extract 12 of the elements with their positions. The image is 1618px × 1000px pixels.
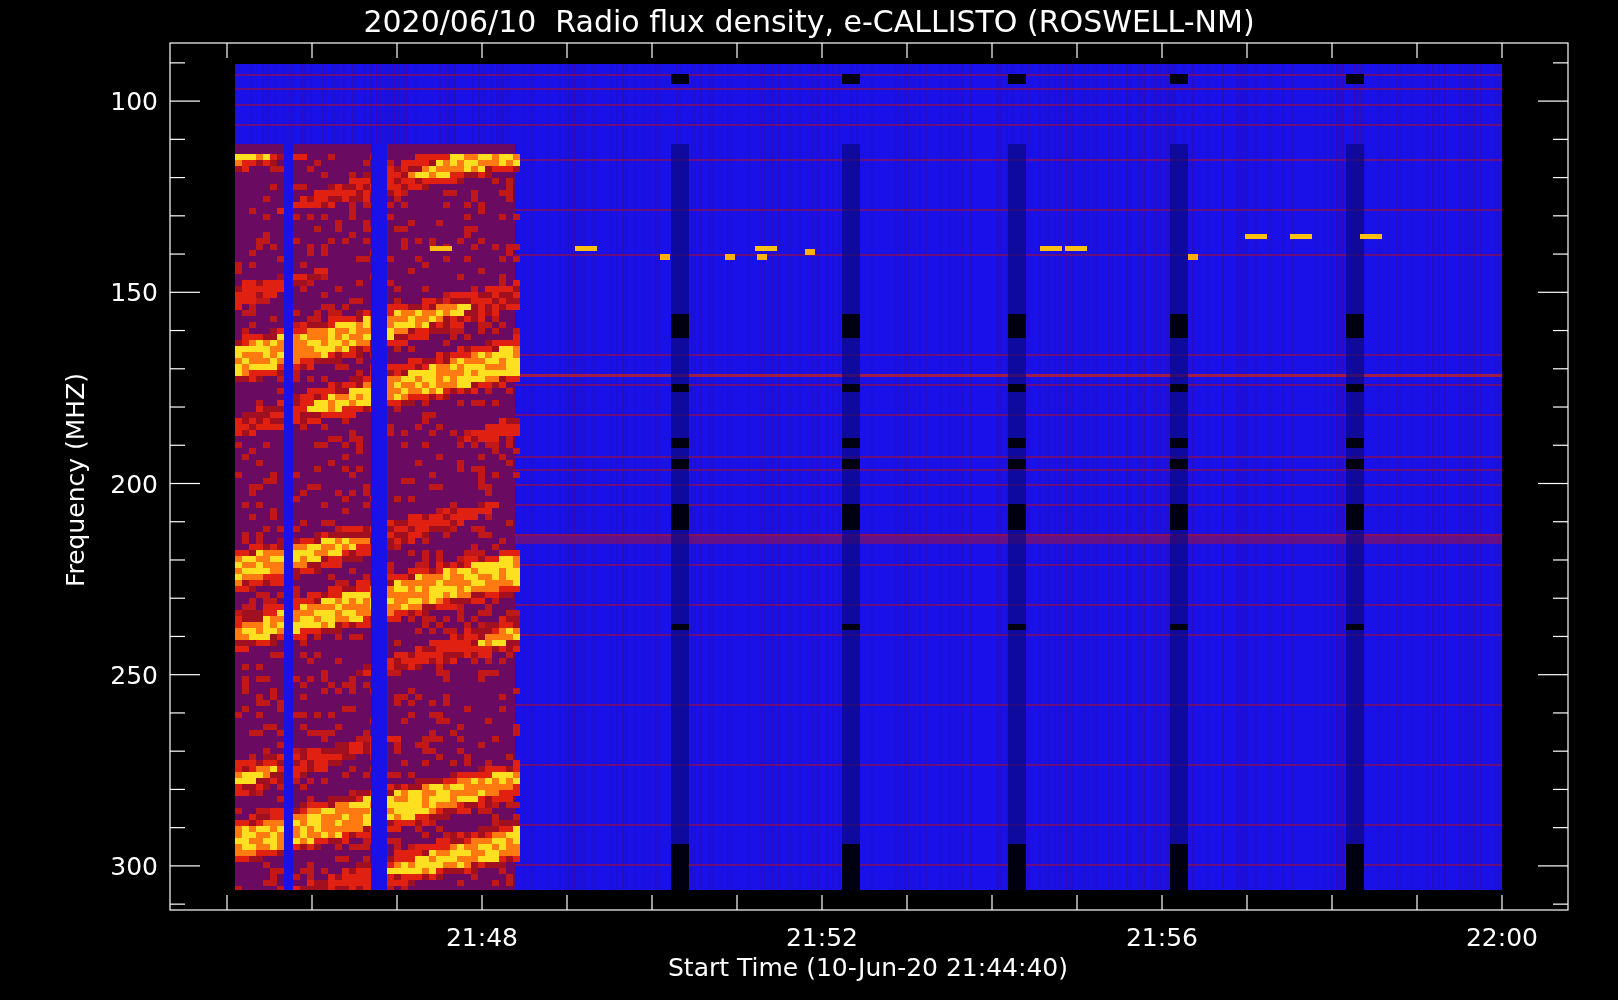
x-tick-label: 21:56 [1126,923,1198,952]
y-tick-label: 150 [110,278,158,308]
x-tick-label: 21:52 [786,923,858,952]
x-tick-label: 21:48 [446,923,518,952]
y-tick-label: 100 [110,87,158,117]
x-axis-title: Start Time (10-Jun-20 21:44:40) [668,953,1068,982]
y-tick-label: 250 [110,660,158,690]
chart-title: 2020/06/10 Radio flux density, e-CALLISTO (ROSWELL-NM) [363,4,1255,39]
y-tick-label: 300 [110,851,158,881]
y-axis-title: Frequency (MHZ) [61,372,90,588]
x-tick-label: 22:00 [1466,923,1538,952]
y-tick-label: 200 [110,469,158,499]
